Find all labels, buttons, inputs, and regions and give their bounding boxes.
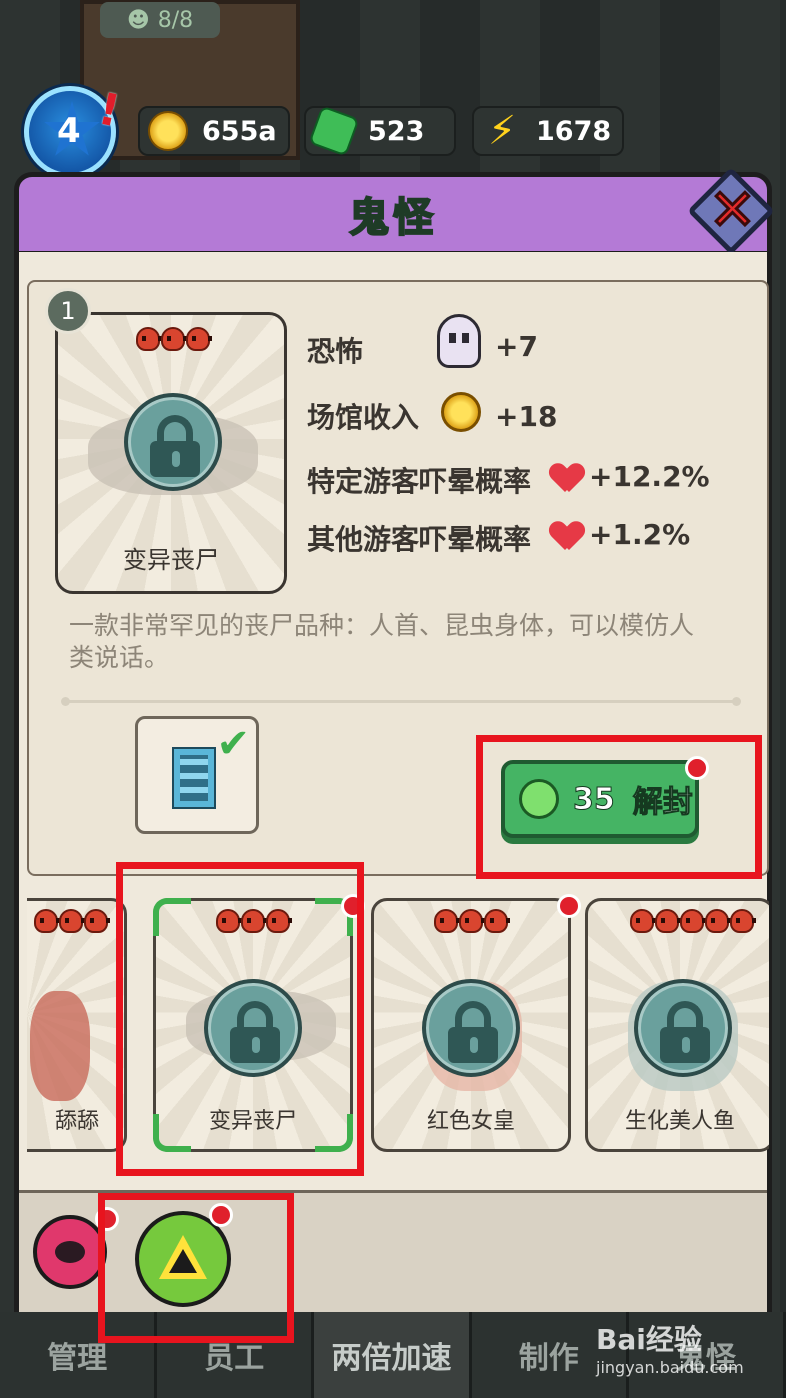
annotation-box-unlock	[476, 735, 762, 879]
close-icon: ✕	[708, 177, 758, 245]
nav-double-speed[interactable]: 两倍加速	[314, 1312, 472, 1398]
building-icon	[172, 747, 216, 809]
eye-monster-icon[interactable]	[33, 1215, 107, 1289]
skull-icon	[434, 909, 460, 933]
stat-value-terror: +7	[495, 330, 538, 363]
stat-label-income: 场馆收入	[307, 401, 420, 434]
skull-icon	[680, 909, 706, 933]
monster-silhouette	[30, 991, 90, 1101]
stat-label-other-faint: 其他游客吓晕概率	[307, 523, 532, 556]
monster-card[interactable]: 舔舔	[27, 898, 127, 1152]
skull-coin-icon	[148, 111, 188, 151]
lock-icon	[124, 393, 222, 491]
ghost-small-icon: ☻	[126, 7, 150, 33]
gem-plus-icon	[308, 105, 360, 157]
skull-icon	[705, 909, 731, 933]
watermark: Bai经验 jingyan.baidu.com	[596, 1318, 776, 1388]
skull-icon	[730, 909, 756, 933]
monster-card-name: 红色女皇	[426, 1109, 515, 1134]
monster-portrait: 变异丧尸	[55, 312, 287, 594]
stat-value-income: +18	[495, 400, 558, 433]
lock-icon	[422, 979, 520, 1077]
skull-icon	[484, 909, 510, 933]
capacity-counter: 8/8	[157, 7, 194, 33]
skull-icon	[161, 327, 187, 351]
player-level-badge[interactable]: 4 !	[24, 83, 124, 178]
lock-icon	[634, 979, 732, 1077]
player-level: 4	[57, 111, 81, 151]
stat-value-specific-faint: +12.2%	[589, 460, 710, 493]
stat-value-other-faint: +1.2%	[589, 518, 691, 551]
skull-icon	[630, 909, 656, 933]
monster-card[interactable]: 生化美人鱼	[585, 898, 769, 1152]
monster-card-name: 生化美人鱼	[624, 1109, 735, 1134]
lightning-icon: ⚡	[487, 108, 517, 154]
stat-label-specific-faint: 特定游客吓晕概率	[307, 465, 532, 498]
stat-label-terror: 恐怖	[307, 335, 364, 368]
skull-icon	[186, 327, 212, 351]
annotation-box-card	[116, 862, 364, 1176]
slot-number-badge: 1	[45, 288, 91, 334]
skull-rating	[34, 909, 110, 933]
divider	[61, 697, 741, 706]
skull-icon	[84, 909, 110, 933]
panel-title: 鬼怪	[348, 194, 437, 242]
skull-rating	[434, 909, 510, 933]
skull-icon	[136, 327, 162, 351]
close-button[interactable]: ✕	[686, 166, 776, 256]
coin-counter[interactable]: 655a	[138, 106, 290, 156]
skull-icon	[459, 909, 485, 933]
watermark-url: jingyan.baidu.com	[596, 1358, 744, 1377]
energy-amount: 1678	[536, 115, 612, 147]
check-icon: ✔	[216, 721, 250, 767]
watermark-logo: Bai经验	[596, 1323, 702, 1356]
skull-icon	[34, 909, 60, 933]
annotation-box-tab	[98, 1193, 294, 1343]
notification-dot	[557, 894, 581, 918]
monster-description: 一款非常罕见的丧尸品种：人首、昆虫身体，可以模仿人类说话。	[69, 611, 695, 672]
heart-pulse-icon	[551, 522, 583, 552]
gem-amount: 523	[368, 115, 425, 147]
skull-rating	[630, 909, 756, 933]
coin-amount: 655a	[202, 115, 277, 147]
coin-icon	[441, 392, 481, 432]
ghost-icon	[437, 314, 481, 368]
monster-card[interactable]: 红色女皇	[371, 898, 571, 1152]
gem-counter[interactable]: 523	[304, 105, 456, 157]
monster-name: 变异丧尸	[123, 546, 219, 574]
requirement-item[interactable]: ✔	[135, 716, 259, 834]
capacity-badge: ☻ 8/8	[100, 2, 220, 38]
heart-pulse-icon	[551, 464, 583, 494]
skull-icon	[59, 909, 85, 933]
skull-rating	[136, 327, 212, 351]
panel-header: 鬼怪	[14, 172, 772, 256]
skull-icon	[655, 909, 681, 933]
energy-counter[interactable]: ⚡ 1678	[472, 106, 624, 156]
